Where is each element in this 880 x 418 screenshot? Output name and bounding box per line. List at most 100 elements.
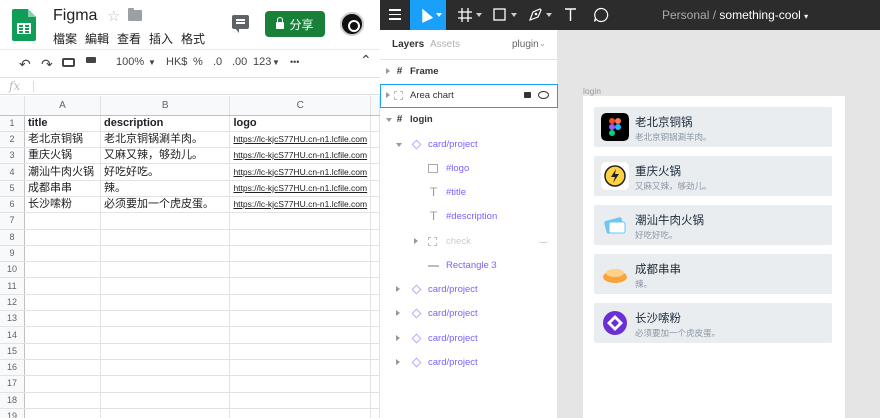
undo-icon[interactable]: ↶ [19,56,31,73]
cell[interactable] [24,359,102,377]
page-chevron-icon[interactable]: ⌄ [539,39,546,48]
menu-format[interactable]: 格式 [181,30,205,47]
cell[interactable] [24,294,102,312]
cell[interactable] [229,277,372,295]
cell[interactable]: 重庆火锅 [24,147,102,165]
cell[interactable] [100,375,231,393]
frame-tool-icon[interactable] [458,8,472,22]
cell[interactable] [370,229,380,246]
project-card[interactable]: 潮汕牛肉火锅 好吃好吃。 [594,205,832,245]
cell[interactable] [100,359,231,377]
text-tool-icon[interactable] [564,7,577,22]
cell[interactable] [370,277,380,295]
menu-edit[interactable]: 編輯 [85,30,109,47]
layer-row[interactable]: Rectangle 3 [380,254,558,278]
cell[interactable] [100,326,231,344]
pen-tool-icon[interactable] [528,7,543,22]
formula-bar[interactable]: fx [0,77,380,95]
layer-row[interactable]: Area chart [380,84,558,108]
cell[interactable] [229,408,372,418]
team-name[interactable]: Personal [662,8,709,22]
cell[interactable] [229,294,372,312]
project-card[interactable]: 长沙嗦粉 必须要加一个虎皮蛋。 [594,303,832,343]
cell[interactable] [24,229,102,246]
row-number[interactable]: 8 [0,229,25,246]
cell[interactable] [100,294,231,312]
layer-row[interactable]: card/project [380,133,558,157]
layer-row[interactable]: check [380,230,558,254]
layer-row[interactable]: # login [380,108,558,132]
expand-arrow-icon[interactable] [386,92,390,98]
cell[interactable]: 又麻又辣，够劲儿。 [100,147,231,165]
folder-icon[interactable] [128,8,142,21]
cell[interactable] [229,245,372,263]
avatar[interactable] [340,12,364,36]
cell[interactable] [100,229,231,246]
sheets-logo-icon[interactable] [12,9,36,41]
cell[interactable]: https://lc-kjcS77HU.cn-n1.lcfile.com [229,163,372,181]
cell[interactable] [100,310,231,328]
row-number[interactable]: 2 [0,131,25,149]
row-number[interactable]: 15 [0,343,25,360]
cell[interactable] [100,261,231,279]
row-number[interactable]: 14 [0,326,25,344]
cell[interactable] [370,310,380,328]
cell[interactable] [370,326,380,344]
cell[interactable] [370,261,380,279]
menu-insert[interactable]: 插入 [149,30,173,47]
cell[interactable]: https://lc-kjcS77HU.cn-n1.lcfile.com [229,147,372,165]
cell[interactable]: https://lc-kjcS77HU.cn-n1.lcfile.com [229,180,372,197]
cell[interactable]: title [24,115,102,132]
expand-arrow-icon[interactable] [396,286,400,292]
cell[interactable] [370,180,380,197]
cell[interactable] [370,343,380,360]
canvas[interactable]: login 老北京铜锅 老北京铜锅涮羊肉。 重庆火锅 又麻又辣，够劲儿。 潮汕牛肉火锅好… [559,30,880,418]
more-icon[interactable]: ••• [290,57,299,67]
hamburger-menu-icon[interactable] [389,9,401,23]
expand-arrow-icon[interactable] [396,335,400,341]
row-number[interactable]: 1 [0,115,25,132]
increase-decimal-button[interactable]: .00 [232,56,247,68]
number-format-select[interactable]: 123 [253,56,271,68]
cell[interactable]: 必须要加一个虎皮蛋。 [100,196,231,214]
cell[interactable] [370,196,380,214]
cell[interactable] [24,310,102,328]
cell[interactable] [24,245,102,263]
paint-format-icon[interactable] [86,57,96,63]
project-card[interactable]: 重庆火锅 又麻又辣，够劲儿。 [594,156,832,196]
cell[interactable]: description [100,115,231,132]
expand-arrow-icon[interactable] [396,359,400,365]
redo-icon[interactable]: ↷ [41,56,53,73]
layer-row[interactable]: T #title [380,181,558,205]
cell[interactable] [370,294,380,312]
login-frame[interactable]: 老北京铜锅 老北京铜锅涮羊肉。 重庆火锅 又麻又辣，够劲儿。 潮汕牛肉火锅 好吃好吃。 成都… [583,96,845,418]
eye-icon[interactable] [538,91,549,99]
column-header-d[interactable] [370,96,380,116]
file-name[interactable]: something-cool [719,8,800,22]
row-number[interactable]: 13 [0,310,25,328]
lock-icon[interactable] [524,92,531,98]
menu-file[interactable]: 檔案 [53,30,77,47]
cell[interactable] [229,326,372,344]
cell[interactable] [229,229,372,246]
cell[interactable] [370,163,380,181]
sheet-grid[interactable]: A B C 1 title description logo 2 老北京铜锅 老北京铜锅涮羊… [0,96,380,418]
percent-button[interactable]: % [193,56,203,68]
currency-button[interactable]: HK$ [166,56,187,68]
expand-arrow-icon[interactable] [386,68,390,74]
row-number[interactable]: 7 [0,212,25,230]
cell[interactable] [100,343,231,360]
cell[interactable] [370,245,380,263]
column-header-c[interactable]: C [229,96,372,116]
cell[interactable] [229,261,372,279]
layer-row[interactable]: card/project [380,327,558,351]
cell[interactable]: 辣。 [100,180,231,197]
cell[interactable] [24,375,102,393]
menu-view[interactable]: 查看 [117,30,141,47]
cell[interactable] [100,212,231,230]
cell[interactable] [229,375,372,393]
cell[interactable] [24,326,102,344]
cell[interactable] [100,408,231,418]
project-card[interactable]: 老北京铜锅 老北京铜锅涮羊肉。 [594,107,832,147]
cell[interactable] [370,147,380,165]
